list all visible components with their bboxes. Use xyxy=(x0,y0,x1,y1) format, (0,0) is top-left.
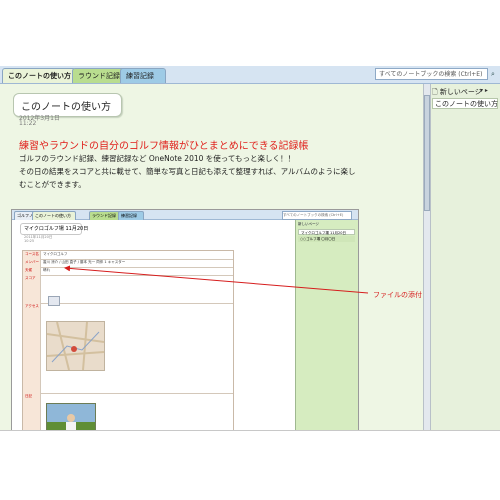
page-list-panel xyxy=(423,84,500,430)
scrollbar-thumb[interactable] xyxy=(424,95,430,211)
page-list-item[interactable]: このノートの使い方 xyxy=(432,98,498,109)
new-page-dropdown[interactable]: ▾ ▸ xyxy=(480,87,488,94)
new-page-icon: 🗋 xyxy=(432,88,438,96)
annotation-label: ファイルの添付 xyxy=(373,291,422,299)
new-page-label: 新しいページ xyxy=(439,88,482,96)
window-bottom-edge xyxy=(0,430,500,431)
